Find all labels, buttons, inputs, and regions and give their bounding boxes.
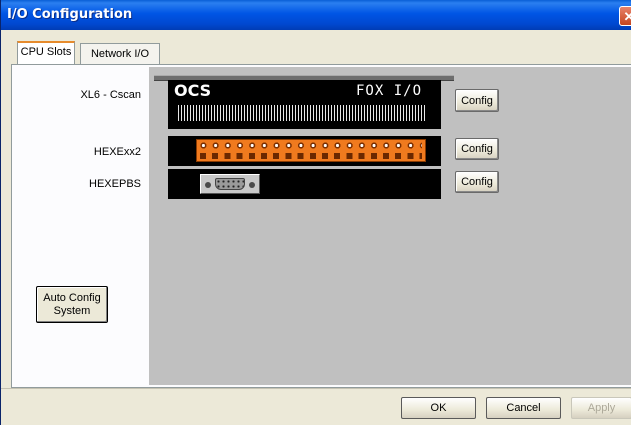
fox-io-label: FOX I/O: [356, 83, 423, 99]
serial-port-connector: [200, 174, 260, 194]
terminal-screws: [200, 142, 422, 150]
ok-button[interactable]: OK: [401, 397, 476, 419]
tab-network-io[interactable]: Network I/O: [80, 43, 160, 64]
slot-label-xl6: XL6 - Cscan: [80, 89, 141, 101]
config-button-hexepbs[interactable]: Config: [455, 171, 499, 193]
tab-cpu-slots[interactable]: CPU Slots: [17, 41, 75, 64]
auto-config-label-line1: Auto Config: [43, 291, 101, 304]
vent-grille: [178, 105, 426, 121]
footer-separator: [1, 388, 631, 389]
io-configuration-dialog: I/O Configuration ✕ CPU Slots Network I/…: [0, 0, 631, 425]
auto-config-label-line2: System: [53, 304, 91, 317]
terminal-block: [196, 139, 426, 162]
title-bar[interactable]: I/O Configuration ✕: [1, 0, 631, 30]
cancel-button[interactable]: Cancel: [486, 397, 561, 419]
hexexx2-io-module[interactable]: [168, 136, 441, 166]
auto-config-system-button[interactable]: Auto Config System: [36, 286, 108, 323]
slot-label-hexepbs: HEXEPBS: [89, 178, 141, 190]
close-icon[interactable]: ✕: [619, 6, 631, 26]
connector-screw-right: [249, 182, 255, 188]
config-button-hexexx2[interactable]: Config: [455, 138, 499, 160]
config-button-xl6[interactable]: Config: [455, 89, 499, 112]
connector-screw-left: [205, 182, 211, 188]
slot-label-hexexx2: HEXExx2: [93, 146, 141, 158]
db9-port-icon: [215, 178, 245, 190]
ocs-controller-module[interactable]: OCS FOX I/O: [168, 80, 441, 129]
hexepbs-module[interactable]: [168, 169, 441, 199]
terminal-pins: [200, 153, 422, 159]
ocs-brand-label: OCS: [174, 81, 212, 100]
apply-button[interactable]: Apply: [571, 397, 631, 419]
window-title: I/O Configuration: [7, 7, 133, 22]
